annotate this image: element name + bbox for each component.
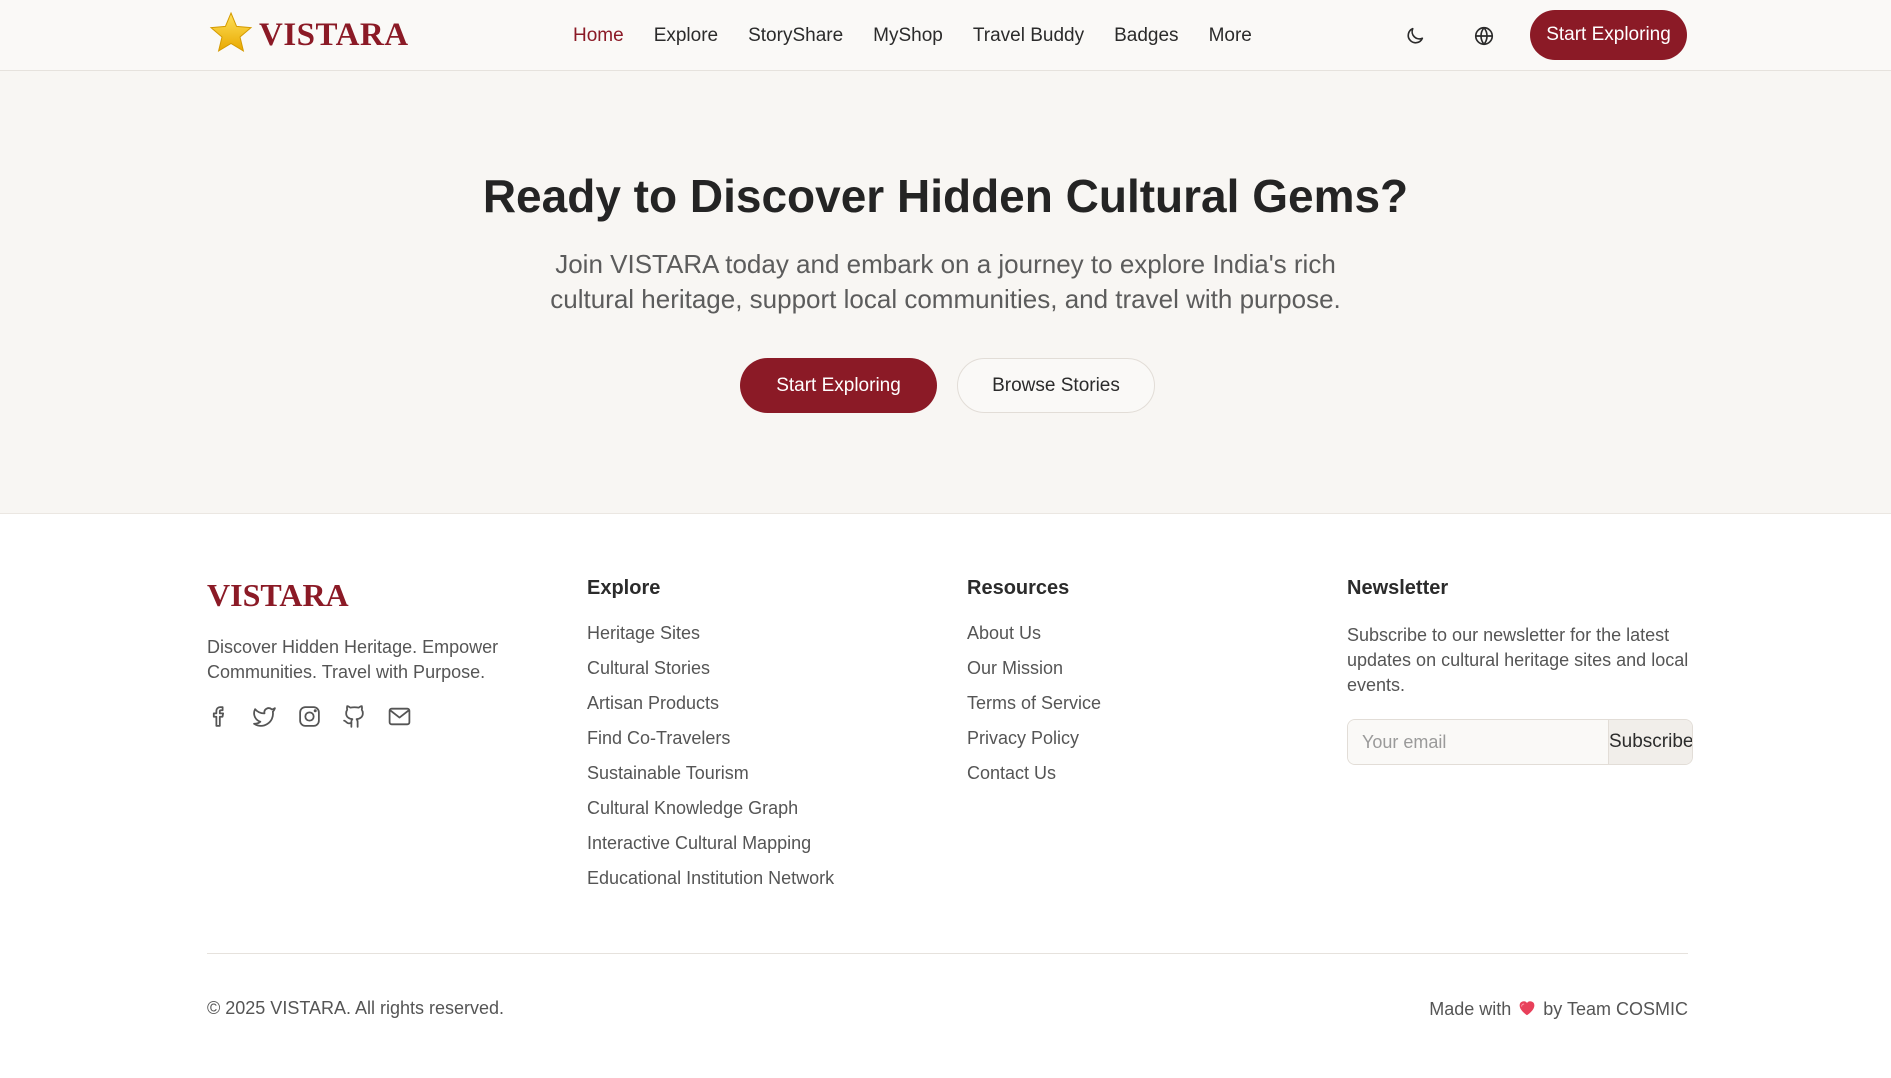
copyright: © 2025 VISTARA. All rights reserved. bbox=[207, 998, 505, 1018]
nav-badges[interactable]: Badges bbox=[1114, 25, 1178, 47]
newsletter-description: Subscribe to our newsletter for the late… bbox=[1347, 625, 1689, 695]
logo-text: VISTARA bbox=[259, 16, 409, 53]
star-icon bbox=[207, 10, 255, 61]
link-interactive-cultural-mapping[interactable]: Interactive Cultural Mapping bbox=[587, 833, 811, 853]
footer-newsletter-column: Newsletter Subscribe to our newsletter f… bbox=[1347, 577, 1693, 765]
github-icon[interactable] bbox=[342, 704, 367, 729]
subscribe-button[interactable]: Subscribe bbox=[1608, 720, 1692, 764]
resources-heading: Resources bbox=[967, 577, 1070, 599]
main-nav: Home Explore StoryShare MyShop Travel Bu… bbox=[573, 0, 1252, 71]
facebook-icon[interactable] bbox=[207, 704, 232, 729]
social-links bbox=[207, 704, 412, 729]
hero-title: Ready to Discover Hidden Cultural Gems? bbox=[482, 170, 1409, 222]
nav-explore[interactable]: Explore bbox=[654, 25, 718, 47]
link-cultural-stories[interactable]: Cultural Stories bbox=[587, 658, 710, 678]
browse-stories-button[interactable]: Browse Stories bbox=[957, 358, 1155, 413]
newsletter-heading: Newsletter bbox=[1347, 577, 1449, 599]
link-educational-institution-network[interactable]: Educational Institution Network bbox=[587, 868, 834, 888]
nav-home[interactable]: Home bbox=[573, 25, 624, 47]
link-terms-of-service[interactable]: Terms of Service bbox=[967, 693, 1101, 713]
mail-icon[interactable] bbox=[387, 704, 412, 729]
hero-subtitle: Join VISTARA today and embark on a journ… bbox=[550, 249, 1341, 314]
footer-resources-column: Resources About Us Our Mission Terms of … bbox=[967, 577, 1101, 798]
hero-start-exploring-button[interactable]: Start Exploring bbox=[740, 358, 937, 413]
link-privacy-policy[interactable]: Privacy Policy bbox=[967, 728, 1079, 748]
nav-more[interactable]: More bbox=[1209, 25, 1252, 47]
footer-tagline: Discover Hidden Heritage. Empower Commun… bbox=[207, 637, 499, 682]
link-heritage-sites[interactable]: Heritage Sites bbox=[587, 623, 700, 643]
link-cultural-knowledge-graph[interactable]: Cultural Knowledge Graph bbox=[587, 798, 798, 818]
explore-heading: Explore bbox=[587, 577, 661, 599]
moon-icon[interactable] bbox=[1401, 22, 1429, 50]
site-header: VISTARA Home Explore StoryShare MyShop T… bbox=[0, 0, 1891, 71]
nav-travel-buddy[interactable]: Travel Buddy bbox=[973, 25, 1084, 47]
link-artisan-products[interactable]: Artisan Products bbox=[587, 693, 719, 713]
made-with: Made with by Team COSMIC bbox=[1429, 998, 1688, 1021]
footer-brand: VISTARA bbox=[207, 577, 349, 613]
nav-myshop[interactable]: MyShop bbox=[873, 25, 943, 47]
heart-icon bbox=[1517, 998, 1537, 1021]
globe-icon[interactable] bbox=[1470, 22, 1498, 50]
link-contact-us[interactable]: Contact Us bbox=[967, 763, 1056, 783]
twitter-icon[interactable] bbox=[252, 704, 277, 729]
link-about-us[interactable]: About Us bbox=[967, 623, 1041, 643]
nav-storyshare[interactable]: StoryShare bbox=[748, 25, 843, 47]
link-sustainable-tourism[interactable]: Sustainable Tourism bbox=[587, 763, 749, 783]
cta-section: Ready to Discover Hidden Cultural Gems? … bbox=[0, 71, 1891, 514]
made-with-prefix: Made with bbox=[1429, 999, 1512, 1019]
link-our-mission[interactable]: Our Mission bbox=[967, 658, 1063, 678]
instagram-icon[interactable] bbox=[297, 704, 322, 729]
newsletter-form: Subscribe bbox=[1347, 719, 1693, 765]
footer-explore-column: Explore Heritage Sites Cultural Stories … bbox=[587, 577, 834, 903]
email-input[interactable] bbox=[1348, 720, 1608, 764]
logo[interactable]: VISTARA bbox=[207, 10, 409, 61]
made-with-suffix: by Team COSMIC bbox=[1543, 999, 1688, 1019]
site-footer: VISTARA Discover Hidden Heritage. Empowe… bbox=[0, 514, 1891, 1078]
header-start-exploring-button[interactable]: Start Exploring bbox=[1530, 10, 1687, 60]
link-find-co-travelers[interactable]: Find Co-Travelers bbox=[587, 728, 730, 748]
footer-divider bbox=[207, 953, 1688, 954]
